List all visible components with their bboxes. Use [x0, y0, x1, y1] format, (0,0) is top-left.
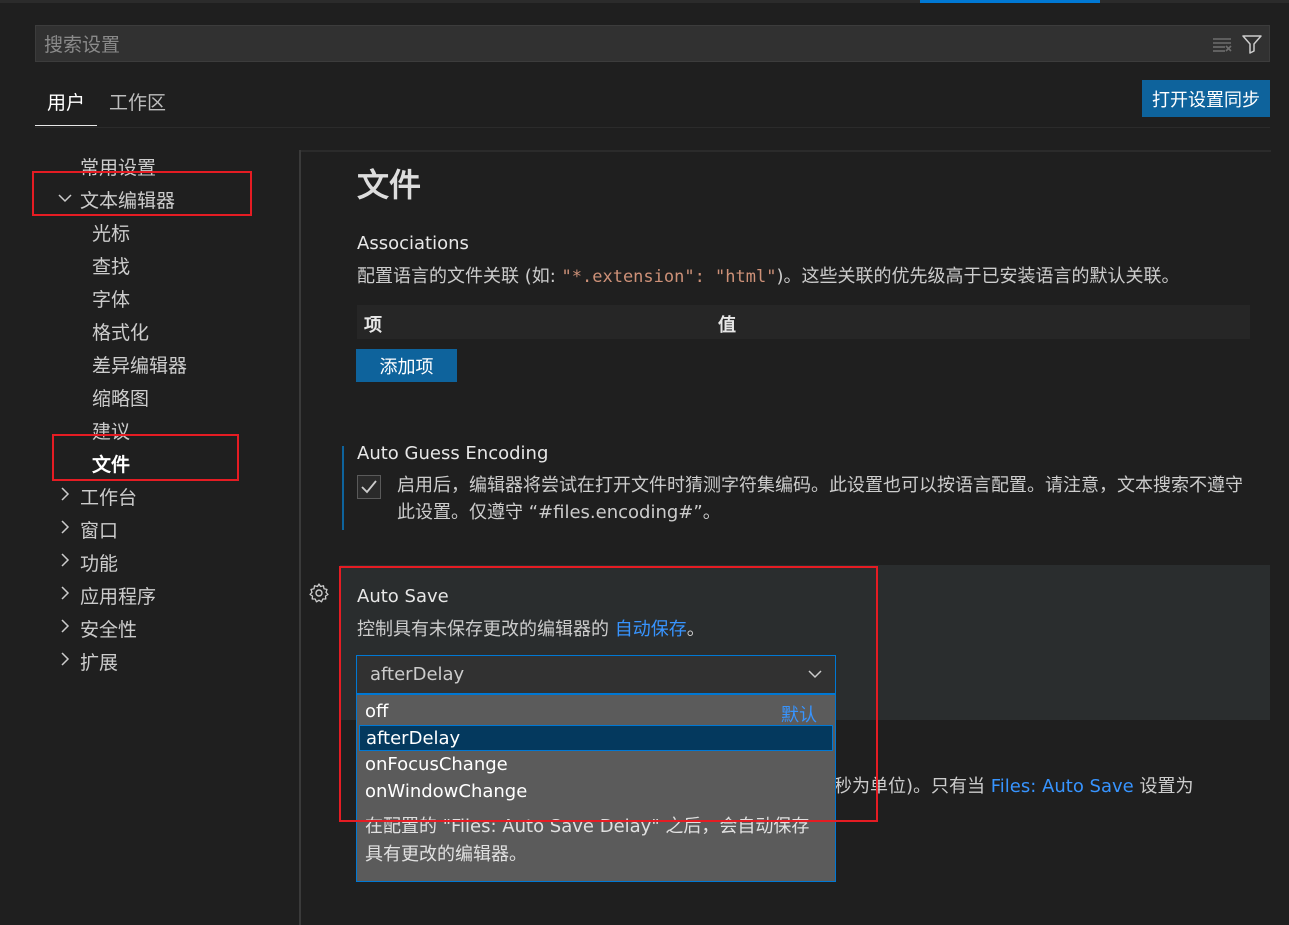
auto-save-delay-description: 秒为单位)。只有当 Files: Auto Save 设置为: [834, 772, 1193, 798]
toc-item-window[interactable]: 窗口: [56, 515, 118, 543]
chevron-right-icon: [56, 553, 74, 571]
toc-divider[interactable]: [299, 150, 301, 925]
filter-icon[interactable]: [1241, 34, 1263, 58]
toc-label: 文件: [92, 453, 131, 476]
desc-text: )。这些关联的优先级高于已安装语言的默认关联。: [776, 266, 1180, 287]
option-onwindowchange[interactable]: onWindowChange: [359, 779, 833, 805]
toc-label: 常用设置: [80, 156, 157, 179]
option-label: onWindowChange: [365, 781, 528, 802]
active-editor-tab-indicator: [920, 0, 1100, 3]
search-box: [35, 25, 1270, 62]
option-afterdelay[interactable]: afterDelay: [359, 725, 833, 751]
search-input[interactable]: [42, 30, 1196, 60]
toc-label: 功能: [80, 552, 119, 575]
settings-sync-button[interactable]: 打开设置同步: [1142, 80, 1270, 117]
tabs-divider: [35, 127, 1270, 128]
toc-label: 扩展: [80, 651, 119, 674]
desc-text: 设置为: [1133, 776, 1194, 797]
auto-guess-encoding-title: Auto Guess Encoding: [357, 443, 549, 464]
toc-item-minimap[interactable]: 缩略图: [92, 383, 149, 411]
auto-save-title: Auto Save: [357, 586, 449, 607]
section-title: 文件: [357, 166, 422, 204]
column-header-item: 项: [364, 315, 382, 336]
auto-save-dropdown-list: off 默认 afterDelay onFocusChange onWindowC…: [356, 694, 836, 882]
code-snippet: "*.extension": "html": [561, 267, 777, 287]
chevron-right-icon: [56, 652, 74, 670]
toc-label: 应用程序: [80, 585, 157, 608]
annotation-box-files: [52, 434, 239, 481]
toc-item-features[interactable]: 功能: [56, 548, 118, 576]
settings-window: 用户 工作区 打开设置同步 常用设置 文本编辑器 光标 查找 字体 格式化 差异…: [0, 0, 1289, 925]
toc-item-extensions[interactable]: 扩展: [56, 647, 118, 675]
check-icon: [361, 480, 377, 494]
toc-label: 窗口: [80, 519, 119, 542]
toc-label: 工作台: [80, 486, 138, 509]
toc-item-workbench[interactable]: 工作台: [56, 482, 137, 510]
toc-item-files[interactable]: 文件: [92, 449, 130, 477]
option-description: 在配置的 "Files: Auto Save Delay" 之后，会自动保存具有…: [365, 816, 810, 865]
toc-item-find[interactable]: 查找: [92, 251, 130, 279]
tab-workspace[interactable]: 工作区: [97, 88, 178, 126]
auto-guess-encoding-description: 启用后，编辑器将尝试在打开文件时猜测字符集编码。此设置也可以按语言配置。请注意，…: [397, 475, 1243, 523]
associations-table-header: 项 值: [357, 305, 1250, 339]
toc-label: 差异编辑器: [92, 354, 188, 377]
toc-label: 查找: [92, 255, 131, 278]
chevron-right-icon: [56, 619, 74, 637]
chevron-right-icon: [56, 586, 74, 604]
toc-item-application[interactable]: 应用程序: [56, 581, 156, 609]
option-off[interactable]: off 默认: [359, 699, 833, 726]
gear-icon[interactable]: [308, 582, 330, 608]
scope-tabs: 用户 工作区: [35, 88, 178, 126]
toc-item-suggestions[interactable]: 建议: [92, 416, 130, 444]
toc-item-font[interactable]: 字体: [92, 284, 130, 312]
option-label: onFocusChange: [365, 754, 508, 775]
toc-label: 光标: [92, 222, 131, 245]
desc-text: 配置语言的文件关联 (如:: [357, 266, 562, 287]
toc-label: 字体: [92, 288, 131, 311]
chevron-down-icon: [807, 666, 823, 686]
toc-item-formatting[interactable]: 格式化: [92, 317, 149, 345]
desc-text: 控制具有未保存更改的编辑器的: [357, 619, 615, 640]
toc-label: 安全性: [80, 618, 138, 641]
select-value: afterDelay: [370, 664, 465, 685]
toc-label: 格式化: [92, 321, 150, 344]
associations-title: Associations: [357, 233, 469, 254]
desc-text: 秒为单位)。只有当: [834, 776, 991, 797]
toc-label: 建议: [92, 420, 131, 443]
associations-description: 配置语言的文件关联 (如: "*.extension": "html")。这些关…: [357, 263, 1180, 291]
toc-item-common[interactable]: 常用设置: [80, 152, 156, 180]
option-onfocuschange[interactable]: onFocusChange: [359, 752, 833, 778]
toc-item-security[interactable]: 安全性: [56, 614, 137, 642]
chevron-right-icon: [56, 520, 74, 538]
toc-item-diff-editor[interactable]: 差异编辑器: [92, 350, 187, 378]
toc-label: 缩略图: [92, 387, 150, 410]
desc-text: 。: [686, 619, 705, 640]
option-label: off: [365, 701, 389, 722]
auto-guess-encoding-checkbox[interactable]: [357, 475, 381, 499]
chevron-right-icon: [56, 487, 74, 505]
toc-label: 文本编辑器: [80, 189, 176, 212]
auto-save-select[interactable]: afterDelay: [356, 655, 836, 694]
auto-save-description: 控制具有未保存更改的编辑器的 自动保存。: [357, 616, 705, 643]
search-actions: [1211, 34, 1263, 58]
tab-user[interactable]: 用户: [35, 88, 98, 126]
chevron-down-icon: [56, 191, 74, 207]
add-item-button[interactable]: 添加项: [356, 349, 457, 382]
clear-filter-icon[interactable]: [1211, 34, 1233, 58]
column-header-value: 值: [718, 315, 736, 336]
toc-item-cursor[interactable]: 光标: [92, 218, 130, 246]
toc-item-text-editor[interactable]: 文本编辑器: [56, 185, 175, 213]
option-label: afterDelay: [366, 728, 461, 749]
default-badge: 默认: [781, 705, 817, 726]
content-top-border: [301, 150, 1271, 152]
modified-indicator: [342, 446, 344, 530]
files-auto-save-link[interactable]: Files: Auto Save: [991, 776, 1134, 797]
auto-save-link[interactable]: 自动保存: [615, 619, 687, 640]
